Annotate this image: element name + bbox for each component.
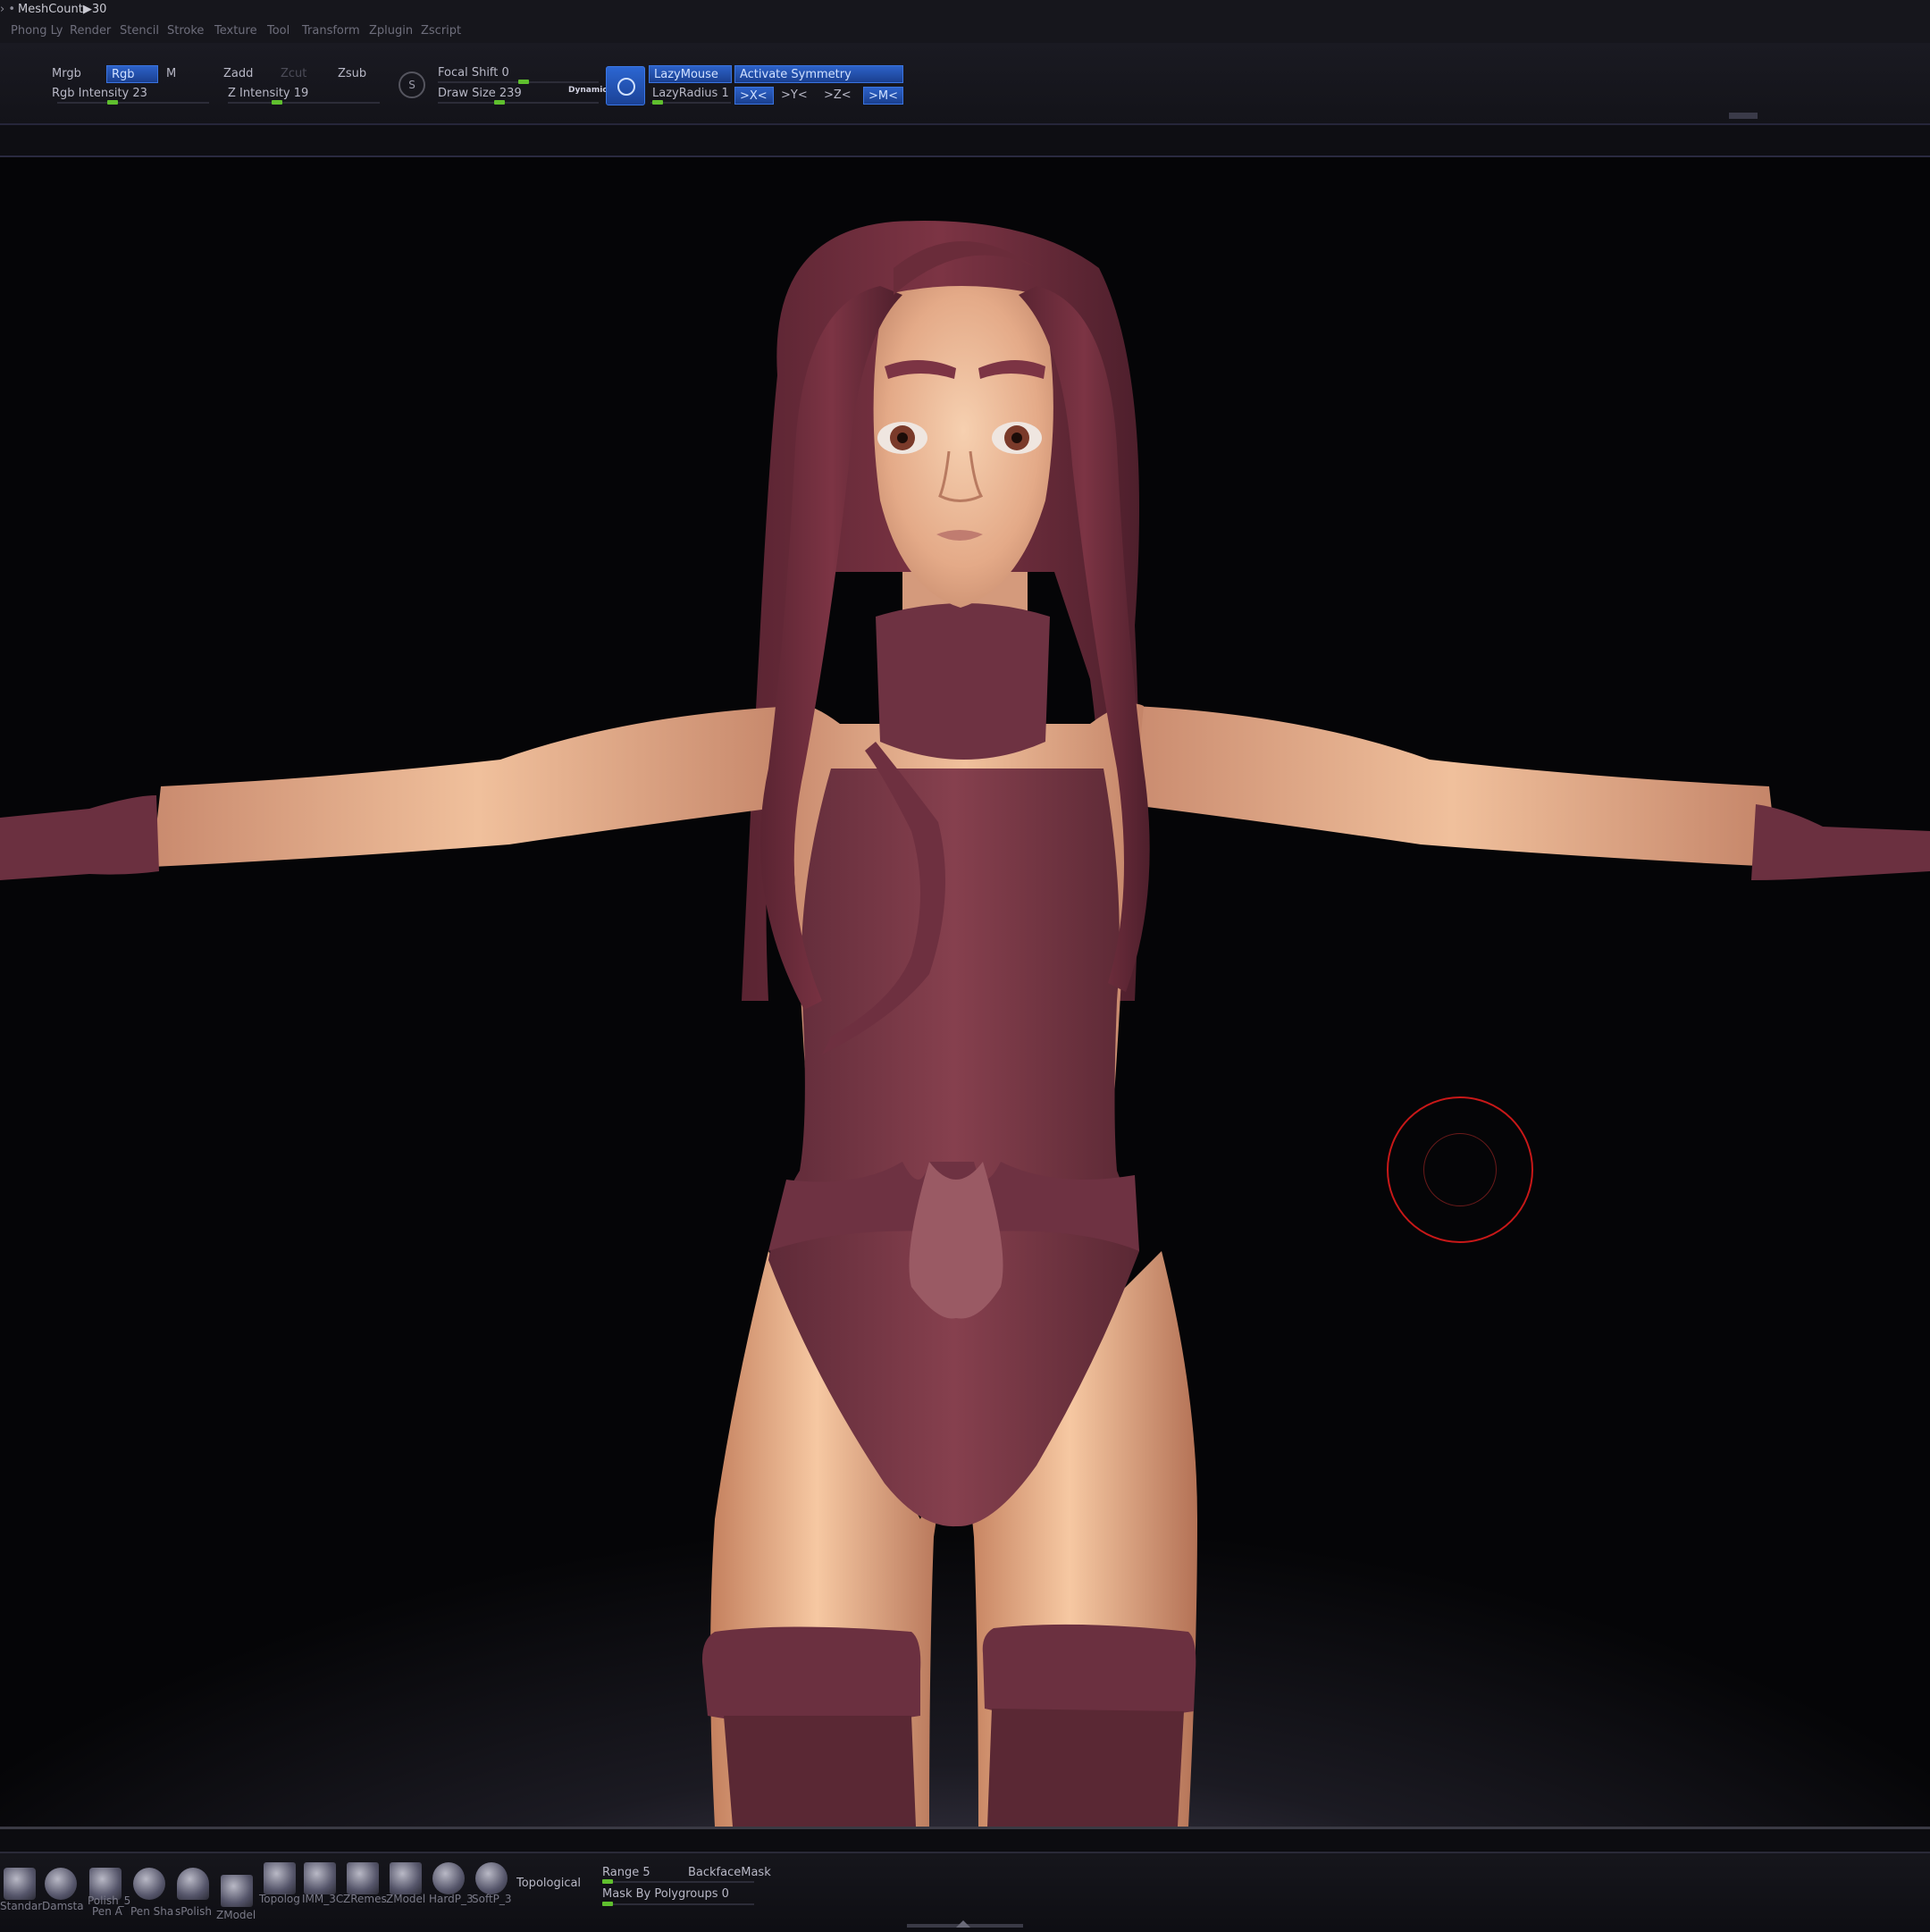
menu-tool[interactable]: Tool xyxy=(267,24,290,38)
brush-label-3: Pen A xyxy=(92,1905,122,1918)
menu-phong[interactable]: Phong Ly xyxy=(11,24,63,38)
lazyradius-knob[interactable] xyxy=(651,100,663,105)
lazyradius-label: LazyRadius 1 xyxy=(652,87,729,100)
menu-stencil[interactable]: Stencil xyxy=(120,24,159,38)
zmodeler2-brush-icon[interactable] xyxy=(390,1862,422,1894)
zadd-button[interactable]: Zadd xyxy=(223,67,253,80)
draw-size-knob[interactable] xyxy=(494,100,505,105)
brush-cursor-inner xyxy=(1423,1133,1497,1206)
brush-label-9: ZRemes xyxy=(343,1893,387,1905)
symmetry-m-button[interactable]: >M< xyxy=(863,87,903,105)
rgb-intensity-slider[interactable] xyxy=(57,100,209,105)
right-glove xyxy=(1751,804,1930,880)
left-glove xyxy=(0,795,159,880)
zremesher-brush-icon[interactable] xyxy=(347,1862,379,1894)
left-boot-cuff xyxy=(701,1626,921,1725)
dynamic-toggle[interactable]: Dynamic xyxy=(568,86,608,95)
brush-label-4: Pen Sha xyxy=(130,1905,174,1918)
lazymouse-icon[interactable] xyxy=(606,66,645,105)
brush-label-11: HardP_3 xyxy=(429,1893,474,1905)
zsub-button[interactable]: Zsub xyxy=(338,67,366,80)
softpolish-brush-icon[interactable] xyxy=(475,1862,508,1894)
lazymouse-button[interactable]: LazyMouse xyxy=(649,65,732,83)
draw-size-slider[interactable] xyxy=(438,100,599,105)
rgb-button[interactable]: Rgb xyxy=(106,65,158,83)
shelf-scroll-thumb[interactable] xyxy=(1729,113,1758,119)
damstandard-brush-icon[interactable] xyxy=(45,1868,77,1900)
brush-label-10: ZModel xyxy=(386,1893,426,1905)
range-knob[interactable] xyxy=(602,1879,613,1884)
left-pupil xyxy=(897,433,908,443)
mask-by-polygroups-slider[interactable] xyxy=(602,1902,754,1906)
brush-label-7: Topolog xyxy=(259,1893,300,1905)
brush-label-5: sPolish xyxy=(175,1905,212,1918)
left-boot xyxy=(724,1716,916,1827)
m-button[interactable]: M xyxy=(166,67,176,80)
zmodeler-brush-icon[interactable] xyxy=(221,1875,253,1907)
focal-shift-slider[interactable] xyxy=(438,80,599,84)
brush-label-12: SoftP_3 xyxy=(472,1893,512,1905)
spolish-brush-icon[interactable] xyxy=(177,1868,209,1900)
left-arm xyxy=(152,706,804,867)
rgb-intensity-label: Rgb Intensity 23 xyxy=(52,87,147,100)
draw-size-label: Draw Size 239 xyxy=(438,87,522,100)
focal-shift-knob[interactable] xyxy=(518,80,529,84)
top-shelf: Mrgb Rgb M Zadd Zcut Zsub Rgb Intensity … xyxy=(0,43,1930,125)
sculpt-model xyxy=(0,221,1930,1827)
right-arm xyxy=(1126,706,1778,867)
canvas-viewport[interactable] xyxy=(0,157,1930,1827)
menu-zplugin[interactable]: Zplugin xyxy=(369,24,413,38)
menu-transform[interactable]: Transform xyxy=(302,24,360,38)
shelf-separator xyxy=(0,125,1930,157)
topology-brush-icon[interactable] xyxy=(264,1862,296,1894)
right-boot-cuff xyxy=(982,1624,1196,1720)
brush-label-0: Standar xyxy=(0,1900,43,1912)
bottom-shelf: Standar Damsta Polish_5 Pen A Pen Sha sP… xyxy=(0,1852,1930,1932)
meshcount-label: MeshCount▶30 xyxy=(18,3,107,16)
chest-emblem xyxy=(909,1162,1003,1319)
activate-symmetry-button[interactable]: Activate Symmetry xyxy=(734,65,903,83)
menu-render[interactable]: Render xyxy=(70,24,111,38)
tray-arrow-icon[interactable] xyxy=(956,1920,970,1928)
symmetry-y-button[interactable]: >Y< xyxy=(781,88,808,102)
mrgb-button[interactable]: Mrgb xyxy=(52,67,81,80)
brush-label-8: IMM_3C xyxy=(302,1893,344,1905)
mask-by-polygroups-knob[interactable] xyxy=(602,1902,613,1906)
pen-shadow-brush-icon[interactable] xyxy=(133,1868,165,1900)
mask-by-polygroups-label: Mask By Polygroups 0 xyxy=(602,1887,729,1901)
right-boot xyxy=(987,1709,1184,1827)
viewport-bottom-edge xyxy=(0,1827,1930,1829)
imm-brush-icon[interactable] xyxy=(304,1862,336,1894)
standard-brush-icon[interactable] xyxy=(4,1868,36,1900)
range-label: Range 5 xyxy=(602,1866,650,1879)
lazyradius-slider[interactable] xyxy=(650,100,731,105)
menu-zscript[interactable]: Zscript xyxy=(421,24,461,38)
backfacemask-button[interactable]: BackfaceMask xyxy=(688,1866,771,1879)
z-intensity-knob[interactable] xyxy=(272,100,283,105)
title-bar: › • MeshCount▶30 xyxy=(0,0,1930,20)
menu-bar: Phong Ly Render Stencil Stroke Texture T… xyxy=(0,20,1930,43)
zcut-button[interactable]: Zcut xyxy=(281,67,306,80)
right-pupil xyxy=(1011,433,1022,443)
collar xyxy=(876,603,1050,760)
spotlight-brush-icon[interactable]: S xyxy=(399,71,425,98)
menu-stroke[interactable]: Stroke xyxy=(167,24,204,38)
hardpolish-brush-icon[interactable] xyxy=(432,1862,465,1894)
title-icon: › • xyxy=(0,3,15,16)
symmetry-z-button[interactable]: >Z< xyxy=(824,88,852,102)
focal-shift-label: Focal Shift 0 xyxy=(438,66,509,80)
brush-label-1: Damsta xyxy=(42,1900,84,1912)
menu-texture[interactable]: Texture xyxy=(214,24,257,38)
brush-label-6: ZModel xyxy=(216,1909,256,1921)
range-slider[interactable] xyxy=(602,1879,754,1884)
z-intensity-slider[interactable] xyxy=(228,100,380,105)
symmetry-x-button[interactable]: >X< xyxy=(734,87,774,105)
topological-button[interactable]: Topological xyxy=(516,1877,581,1890)
rgb-intensity-knob[interactable] xyxy=(107,100,119,105)
z-intensity-label: Z Intensity 19 xyxy=(228,87,309,100)
